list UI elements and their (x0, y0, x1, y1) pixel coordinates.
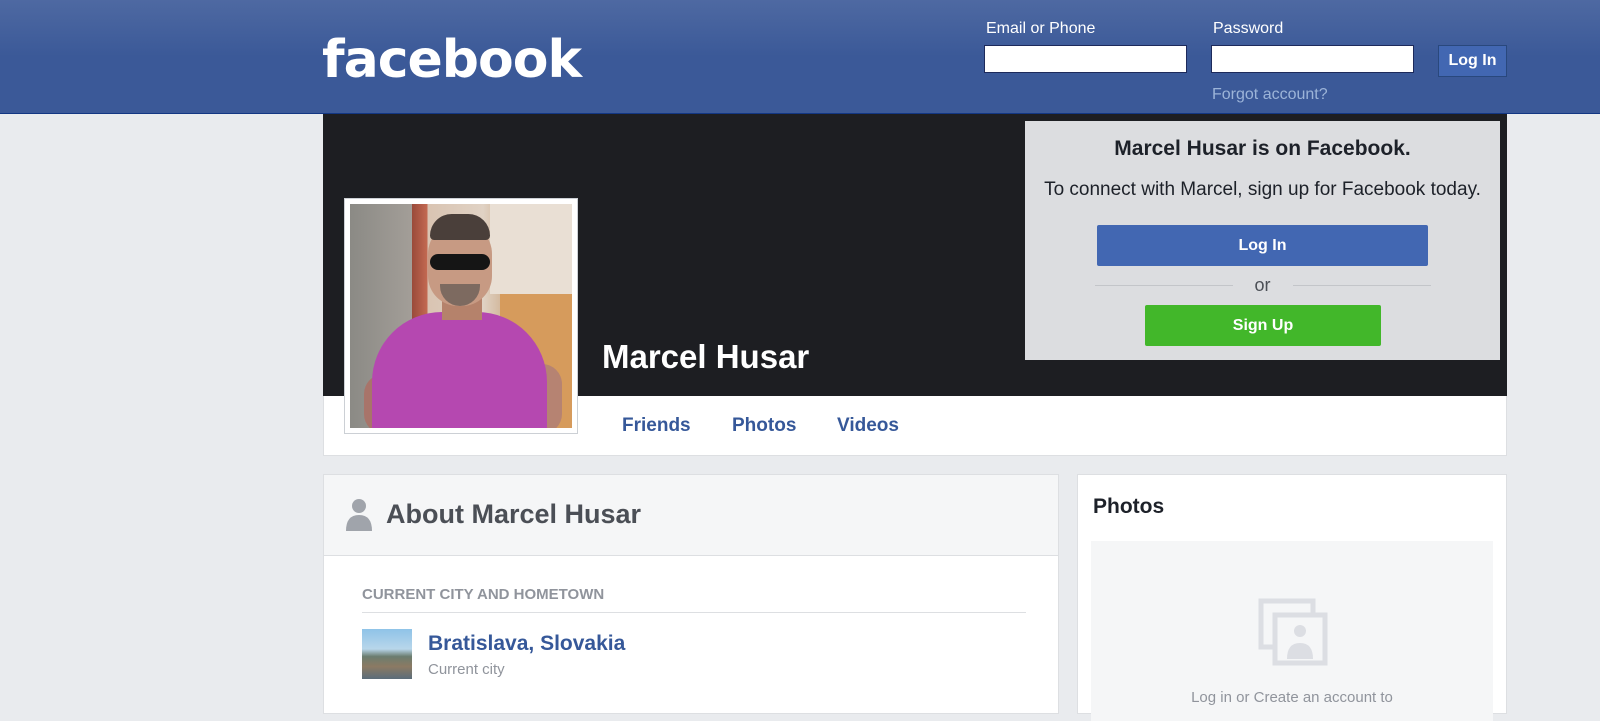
city-subtitle: Current city (428, 661, 505, 678)
city-thumbnail[interactable] (362, 629, 412, 679)
tab-friends[interactable]: Friends (622, 415, 691, 437)
password-input[interactable] (1211, 45, 1414, 73)
photos-card: Photos Log in or Create an account to (1077, 474, 1507, 721)
header-login-button[interactable]: Log In (1438, 45, 1507, 77)
email-label: Email or Phone (986, 20, 1096, 37)
section-divider (362, 612, 1026, 613)
forgot-account-link[interactable]: Forgot account? (1212, 86, 1328, 104)
facebook-logo[interactable]: facebook (322, 30, 582, 90)
top-bar: facebook Email or Phone Password Log In … (0, 0, 1600, 114)
city-link[interactable]: Bratislava, Slovakia (428, 632, 625, 656)
about-card: About Marcel Husar CURRENT CITY AND HOME… (323, 474, 1059, 714)
photos-placeholder: Log in or Create an account to (1091, 541, 1493, 721)
signup-title: Marcel Husar is on Facebook. (1114, 137, 1411, 160)
signup-text: To connect with Marcel, sign up for Face… (1044, 179, 1481, 200)
profile-picture[interactable] (344, 198, 578, 434)
profile-photo-image (350, 204, 572, 428)
or-divider-right (1293, 285, 1431, 286)
profile-name: Marcel Husar (602, 338, 810, 375)
password-label: Password (1213, 20, 1284, 37)
tab-photos[interactable]: Photos (732, 415, 796, 437)
section-label: CURRENT CITY AND HOMETOWN (362, 586, 605, 603)
photos-icon (1258, 598, 1328, 666)
signup-login-button[interactable]: Log In (1097, 225, 1428, 266)
signup-prompt-box: Marcel Husar is on Facebook. To connect … (1025, 121, 1500, 360)
photos-title: Photos (1093, 495, 1165, 518)
person-icon (346, 499, 372, 531)
about-header: About Marcel Husar (324, 475, 1058, 556)
email-input[interactable] (984, 45, 1187, 73)
sign-up-button[interactable]: Sign Up (1145, 305, 1381, 346)
about-title: About Marcel Husar (386, 499, 642, 529)
photos-login-prompt: Log in or Create an account to (1191, 689, 1393, 706)
tab-videos[interactable]: Videos (837, 415, 899, 437)
